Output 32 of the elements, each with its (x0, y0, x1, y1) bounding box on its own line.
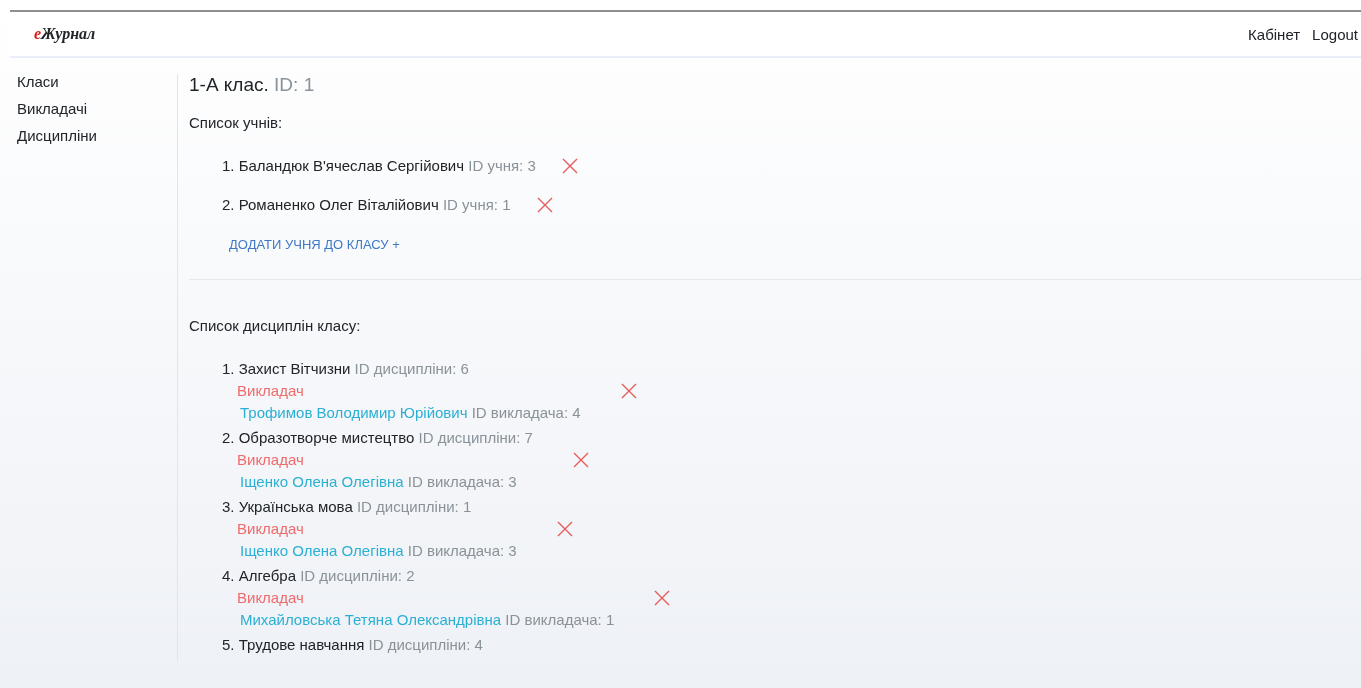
nav-link[interactable]: Кабінет (1248, 25, 1301, 43)
delete-icon[interactable] (654, 589, 671, 606)
teacher-id: ID викладача: 1 (505, 611, 615, 628)
discipline-entry: 3. Українська мова ID дисципліни: 1 (222, 498, 473, 515)
teacher-label: Викладач (237, 451, 305, 468)
discipline-entry: 5. Трудове навчання ID дисципліни: 4 (222, 636, 483, 653)
delete-icon[interactable] (536, 196, 553, 213)
sidebar-item[interactable]: Класи (17, 73, 177, 90)
logo[interactable]: еЖурнал (34, 25, 96, 43)
delete-icon[interactable] (556, 520, 573, 537)
teacher-id: ID викладача: 4 (471, 404, 581, 421)
section-heading: Список дисциплін класу: (189, 317, 362, 334)
discipline-entry: 4. Алгебра ID дисципліни: 2 (222, 567, 416, 584)
teacher-label: Викладач (237, 589, 305, 606)
student-entry: 1. Баландюк В'ячеслав Сергійович ID учня: 3 (222, 157, 536, 174)
student-entry: 2. Романенко Олег Віталійович ID учня: 1 (222, 196, 511, 213)
teacher-label: Викладач (237, 520, 305, 537)
discipline-entry: 1. Захист Вітчизни ID дисципліни: 6 (222, 360, 470, 377)
delete-icon[interactable] (620, 382, 637, 399)
delete-icon[interactable] (572, 451, 589, 468)
discipline-entry: 2. Образотворче мистецтво ID дисципліни: 7 (222, 429, 533, 446)
class-id: ID: 1 (274, 74, 315, 95)
teacher-label: Викладач (237, 382, 305, 399)
sidebar-item[interactable]: Викладачі (17, 100, 177, 117)
add-student-link[interactable]: ДОДАТИ УЧНЯ ДО КЛАСУ + (229, 237, 400, 252)
delete-icon[interactable] (561, 157, 578, 174)
section-heading: Список учнів: (189, 114, 284, 131)
sidebar-item[interactable]: Дисципліни (17, 127, 177, 144)
teacher-id: ID викладача: 3 (407, 473, 517, 490)
nav-link[interactable]: Logout (1312, 25, 1358, 43)
class-title: 1-А клас. (189, 74, 269, 95)
teacher-id: ID викладача: 3 (407, 542, 517, 559)
